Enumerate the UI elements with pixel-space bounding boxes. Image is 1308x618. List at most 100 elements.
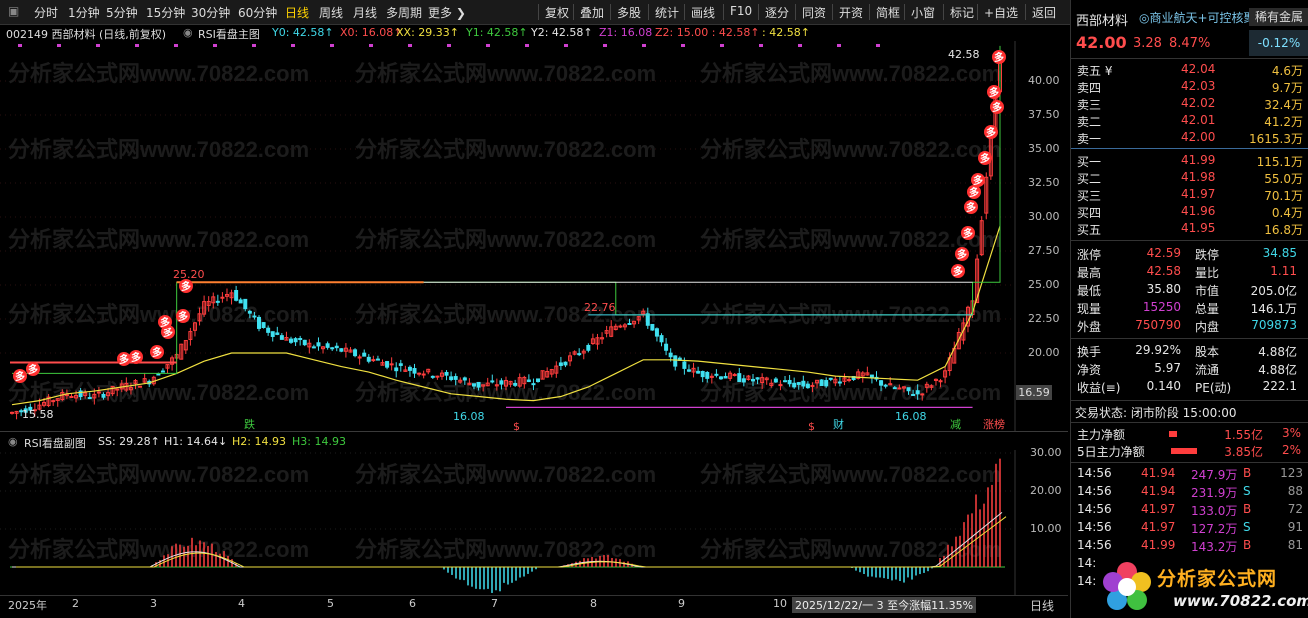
period-tab-6[interactable]: 日线 — [285, 4, 309, 21]
tick-time: 14: — [1077, 556, 1097, 570]
period-tab-1[interactable]: 1分钟 — [68, 4, 100, 21]
sub-indicator-value: H1: 14.64↓ — [164, 435, 228, 448]
stat-value: 1.11 — [1270, 264, 1297, 278]
toolbar-separator — [573, 4, 574, 20]
marker-dot — [213, 44, 217, 47]
period-tab-7[interactable]: 周线 — [319, 4, 343, 21]
period-tab-9[interactable]: 多周期 — [386, 4, 422, 21]
period-label[interactable]: 日线 — [1030, 597, 1054, 614]
bid-price[interactable]: 41.99 — [1181, 153, 1215, 167]
candle-body — [385, 361, 390, 368]
ask-volume: 41.2万 — [1264, 115, 1303, 129]
quote-panel: 西部材料 ◎商业航天+可控核聚 稀有金属 42.00 3.28 8.47% -0… — [1070, 0, 1308, 618]
candle-body — [247, 310, 252, 314]
stat-value: 0.140 — [1146, 379, 1181, 393]
sub-toggle-icon[interactable]: ◉ — [8, 435, 18, 448]
tick-direction: S — [1243, 520, 1251, 534]
candle-body — [266, 327, 271, 333]
tick-time: 14:56 — [1077, 466, 1112, 480]
marker-dot — [369, 44, 373, 47]
candle-body — [773, 378, 778, 383]
period-tab-0[interactable]: 分时 — [34, 4, 58, 21]
sub-axis-label: 20.00 — [1030, 484, 1062, 497]
candle-body — [289, 338, 294, 343]
bid-price[interactable]: 41.95 — [1181, 221, 1215, 235]
bid-price[interactable]: 41.97 — [1181, 187, 1215, 201]
stat-label: 涨停 — [1077, 248, 1102, 262]
candle-body — [10, 411, 14, 414]
bid-label: 买一 — [1077, 155, 1102, 169]
period-tab-4[interactable]: 30分钟 — [191, 4, 230, 21]
menu-icon[interactable]: ▣ — [8, 4, 19, 18]
ask-price[interactable]: 42.02 — [1181, 96, 1215, 110]
toolbar-tool-1[interactable]: 叠加 — [580, 4, 604, 21]
candle-body — [751, 378, 755, 382]
ask-volume: 32.4万 — [1264, 98, 1303, 112]
tick-price: 41.94 — [1141, 484, 1176, 498]
duo-signal-text: 多 — [957, 248, 967, 261]
ask-price[interactable]: 42.00 — [1181, 130, 1215, 144]
duo-signal-text: 多 — [980, 152, 990, 165]
sub-indicator-chart[interactable]: 分析家公式网www.70822.com 分析家公式网www.70822.com 分析… — [0, 450, 1068, 596]
toolbar-tool-12[interactable]: +自选 — [984, 4, 1018, 21]
period-tab-5[interactable]: 60分钟 — [238, 4, 277, 21]
stat-label: 流通 — [1195, 363, 1220, 377]
duo-signal-text: 多 — [966, 201, 976, 214]
sector-badge[interactable]: 稀有金属 — [1249, 8, 1308, 26]
toolbar-tool-7[interactable]: 同资 — [802, 4, 826, 21]
sub-indicator-name[interactable]: RSI看盘副图 — [24, 435, 86, 451]
candle-body — [824, 380, 829, 387]
period-tab-8[interactable]: 月线 — [353, 4, 377, 21]
tick-time: 14: — [1077, 574, 1097, 588]
period-tab-10[interactable]: 更多 ❯ — [428, 4, 466, 21]
pane-divider[interactable] — [0, 431, 1068, 432]
candle-body — [723, 375, 728, 379]
toolbar-tool-2[interactable]: 多股 — [617, 4, 641, 21]
indicator-toggle-icon[interactable]: ◉ — [183, 26, 193, 39]
toolbar-tool-9[interactable]: 简框 — [876, 4, 900, 21]
toolbar-tool-6[interactable]: 逐分 — [765, 4, 789, 21]
marker-dot — [564, 44, 568, 47]
flow-bar — [1171, 448, 1197, 454]
ask-price[interactable]: 42.01 — [1181, 113, 1215, 127]
candle-body — [783, 380, 788, 383]
bid-volume: 0.4万 — [1271, 206, 1303, 220]
candle-body — [682, 361, 687, 369]
duo-signal-text: 多 — [953, 265, 963, 278]
period-tab-3[interactable]: 15分钟 — [146, 4, 185, 21]
candle-body — [499, 380, 504, 385]
main-indicator-name[interactable]: RSI看盘主图 — [198, 26, 260, 42]
candle-body — [906, 387, 911, 392]
candle-body — [339, 348, 344, 352]
tick-price: 41.97 — [1141, 502, 1176, 516]
candle-body — [64, 394, 69, 397]
candle-body — [650, 323, 655, 331]
toolbar-separator — [1025, 4, 1026, 20]
logo-text: 分析家公式网 — [1157, 568, 1278, 590]
bid-price[interactable]: 41.98 — [1181, 170, 1215, 184]
ask-price[interactable]: 42.03 — [1181, 79, 1215, 93]
toolbar-tool-4[interactable]: 画线 — [691, 4, 715, 21]
signal-label: 跌 — [244, 417, 255, 431]
last-price: 42.00 — [1076, 33, 1127, 52]
duo-signal-text: 多 — [986, 126, 996, 139]
ask-price[interactable]: 42.04 — [1181, 62, 1215, 76]
period-tab-2[interactable]: 5分钟 — [106, 4, 138, 21]
duo-signal-text: 多 — [963, 227, 973, 240]
toolbar-tool-0[interactable]: 复权 — [545, 4, 569, 21]
stat-label: 内盘 — [1195, 320, 1220, 334]
toolbar-tool-8[interactable]: 开资 — [839, 4, 863, 21]
x-axis-line — [0, 595, 1068, 596]
main-kline-chart[interactable]: 分析家公式网www.70822.com 分析家公式网www.70822.com 分析… — [0, 41, 1068, 431]
candle-body — [394, 367, 399, 372]
candle-body — [810, 384, 815, 387]
toolbar-tool-10[interactable]: 小窗 — [911, 4, 935, 21]
toolbar-tool-5[interactable]: F10 — [730, 4, 752, 18]
duo-signal-text: 多 — [131, 351, 141, 364]
concept-tags[interactable]: ◎商业航天+可控核聚 — [1139, 9, 1256, 26]
bid-price[interactable]: 41.96 — [1181, 204, 1215, 218]
toolbar-tool-11[interactable]: 标记 — [950, 4, 974, 21]
toolbar-tool-13[interactable]: 返回 — [1032, 4, 1056, 21]
toolbar-tool-3[interactable]: 统计 — [655, 4, 679, 21]
tick-direction: B — [1243, 466, 1252, 480]
